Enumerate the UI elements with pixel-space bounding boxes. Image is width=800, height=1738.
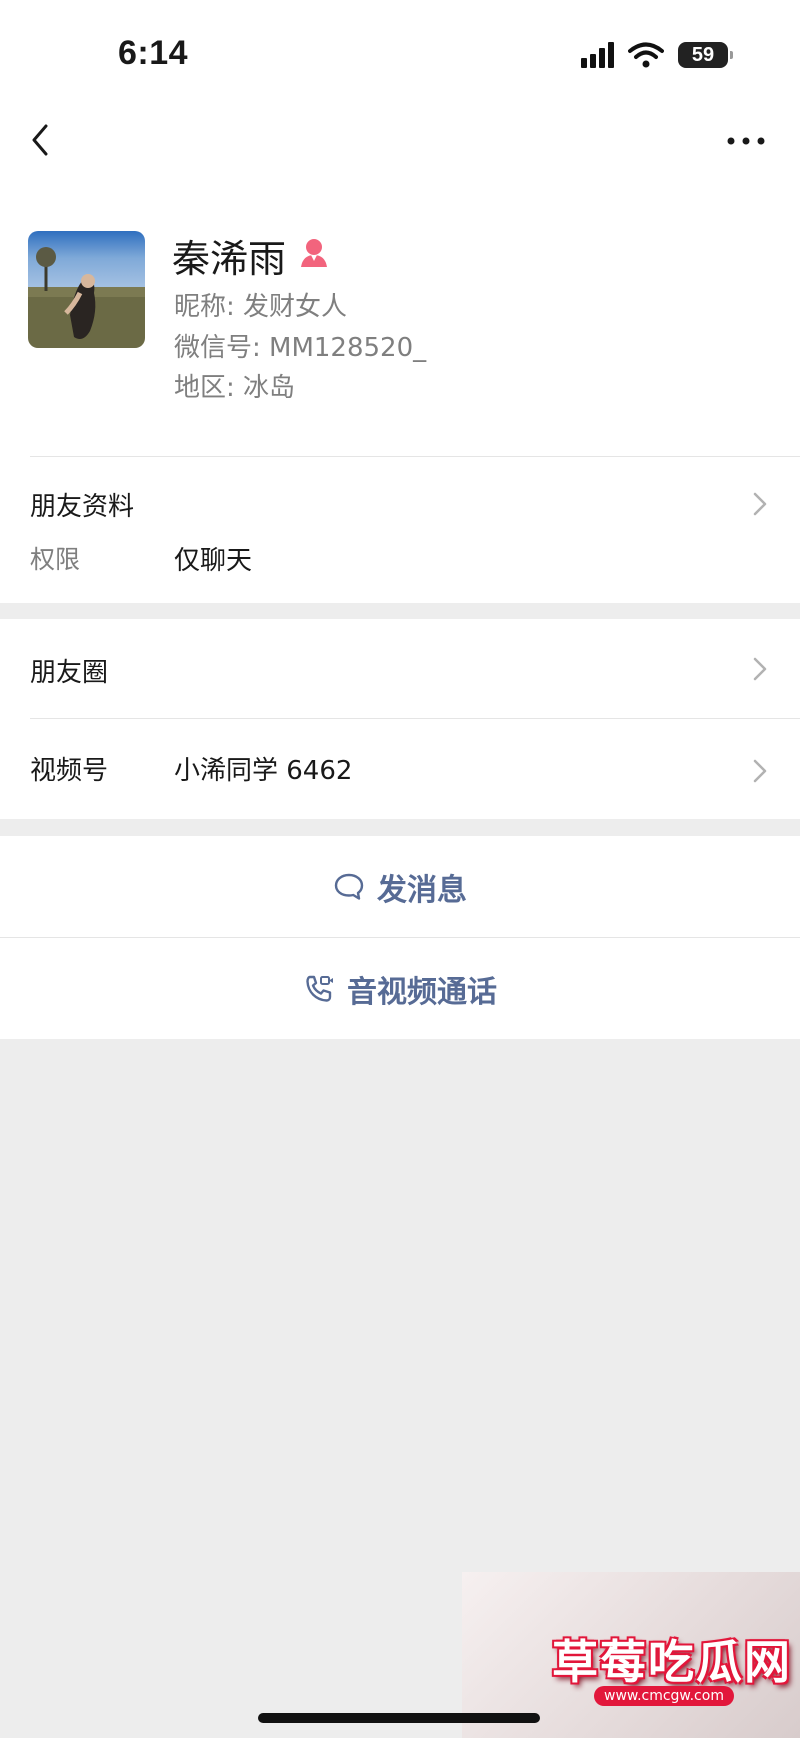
chevron-right-icon bbox=[753, 759, 767, 783]
permission-label: 权限 bbox=[30, 545, 81, 574]
friend-info-row[interactable]: 朋友资料 权限 仅聊天 bbox=[0, 456, 800, 602]
chevron-right-icon bbox=[753, 492, 767, 516]
more-icon[interactable] bbox=[726, 136, 766, 146]
friend-info-label: 朋友资料 bbox=[30, 492, 135, 522]
battery-level: 59 bbox=[691, 43, 715, 66]
avatar[interactable] bbox=[28, 231, 145, 348]
watermark-logo-text: 草莓吃瓜网 bbox=[552, 1635, 792, 1689]
female-icon bbox=[301, 239, 327, 267]
moments-label: 朋友圈 bbox=[30, 658, 109, 688]
moments-row[interactable]: 朋友圈 bbox=[0, 619, 800, 718]
nickname: 昵称: 发财女人 bbox=[174, 292, 348, 322]
profile-name: 秦浠雨 bbox=[172, 237, 287, 281]
watermark-url: www.cmcgw.com bbox=[594, 1686, 734, 1706]
send-message-button[interactable]: 发消息 bbox=[0, 836, 800, 937]
voice-video-call-button[interactable]: 音视频通话 bbox=[0, 938, 800, 1039]
chat-bubble-icon bbox=[334, 873, 364, 900]
chevron-right-icon bbox=[753, 657, 767, 681]
wifi-icon bbox=[628, 42, 664, 68]
status-time: 6:14 bbox=[118, 34, 189, 72]
phone-video-icon bbox=[306, 975, 333, 1002]
channels-row[interactable]: 视频号 小浠同学 6462 bbox=[0, 719, 800, 819]
wechat-id: 微信号: MM128520_ bbox=[174, 333, 427, 363]
battery-icon: 59 bbox=[678, 42, 733, 68]
status-icons: 59 bbox=[581, 42, 733, 68]
voice-video-call-label: 音视频通话 bbox=[347, 974, 497, 1010]
channels-value: 小浠同学 6462 bbox=[174, 756, 353, 786]
signal-icon bbox=[581, 42, 614, 68]
region: 地区: 冰岛 bbox=[174, 373, 296, 403]
home-indicator[interactable] bbox=[258, 1713, 540, 1723]
avatar-image bbox=[28, 231, 145, 348]
send-message-label: 发消息 bbox=[377, 872, 467, 908]
back-icon[interactable] bbox=[26, 120, 56, 160]
channels-label: 视频号 bbox=[30, 756, 109, 786]
permission-value: 仅聊天 bbox=[174, 546, 253, 576]
